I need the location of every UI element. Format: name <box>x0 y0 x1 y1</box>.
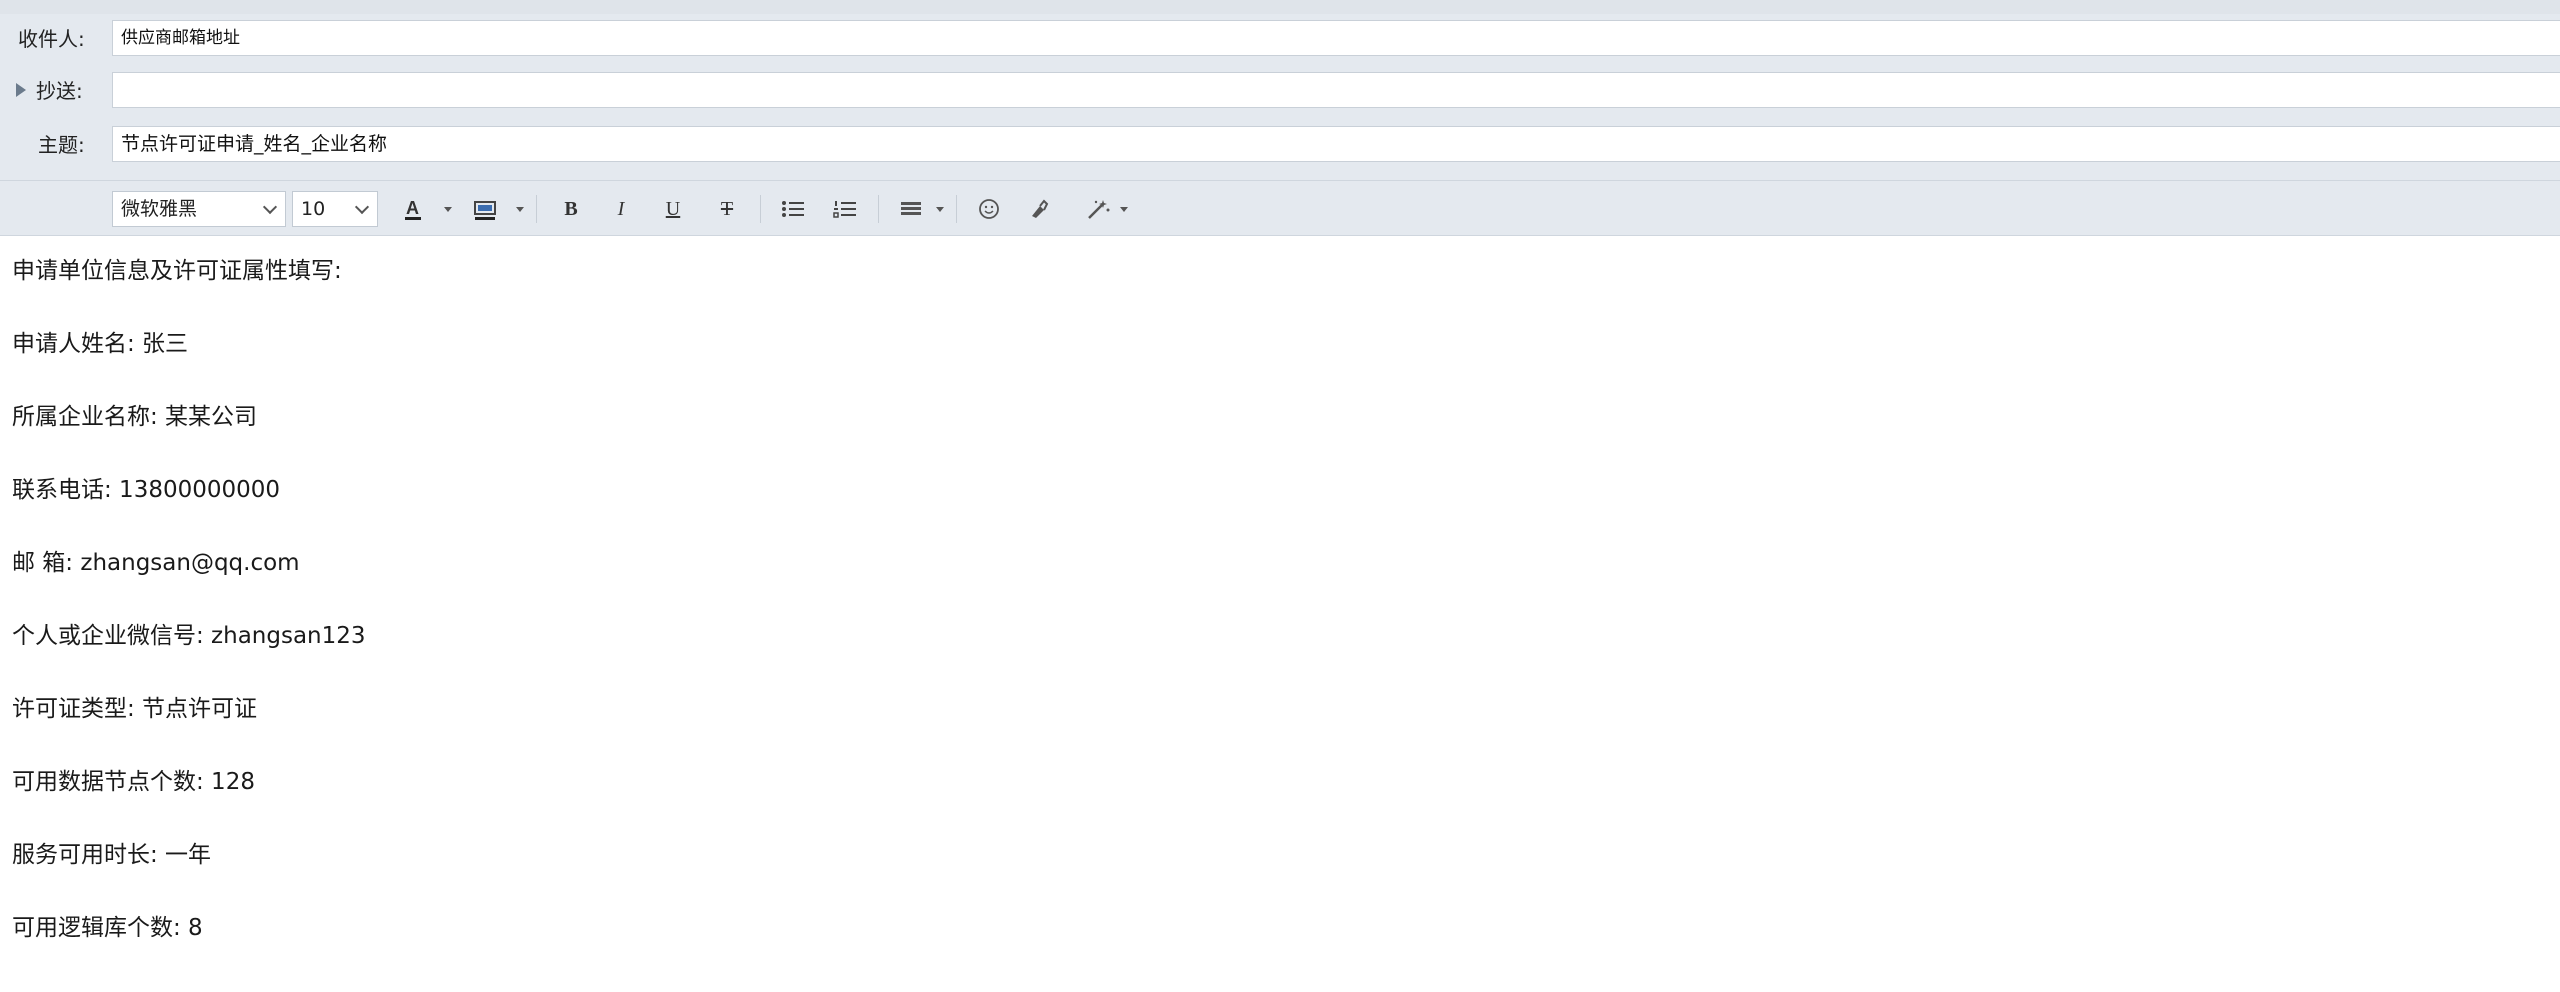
font-size-select[interactable]: 10 <box>292 191 378 227</box>
highlight-color-icon[interactable] <box>468 193 502 225</box>
svg-text:A: A <box>406 198 419 218</box>
toolbar-divider <box>760 195 761 223</box>
subject-row: 主题: 节点许可证申请_姓名_企业名称 <box>0 124 2560 164</box>
body-line: 邮 箱: zhangsan@qq.com <box>12 550 300 576</box>
body-line: 个人或企业微信号: zhangsan123 <box>12 623 366 649</box>
body-line: 服务可用时长: 一年 <box>12 842 212 868</box>
body-line: 联系电话: 13800000000 <box>12 477 281 503</box>
formatting-toolbar: 微软雅黑 10 A B I U T <box>0 180 2560 236</box>
font-color-caret-icon[interactable] <box>444 207 452 212</box>
to-label: 收件人: <box>18 27 85 51</box>
underline-icon[interactable]: U <box>656 193 690 225</box>
highlight-caret-icon[interactable] <box>516 207 524 212</box>
toolbar-divider <box>536 195 537 223</box>
message-body[interactable]: 申请单位信息及许可证属性填写: 申请人姓名: 张三 所属企业名称: 某某公司 联… <box>0 236 2560 992</box>
bold-icon[interactable]: B <box>554 193 588 225</box>
body-line: 申请人姓名: 张三 <box>12 331 189 357</box>
toolbar-divider <box>878 195 879 223</box>
font-family-value: 微软雅黑 <box>121 198 198 220</box>
numbered-list-icon[interactable] <box>828 193 862 225</box>
to-field[interactable]: 供应商邮箱地址 <box>112 20 2560 56</box>
body-line: 可用逻辑库个数: 8 <box>12 915 203 941</box>
font-color-icon[interactable]: A <box>396 193 430 225</box>
compose-header: 收件人: 供应商邮箱地址 抄送: 主题: 节点许可证申请_姓名_企业名称 <box>0 0 2560 180</box>
toolbar-divider <box>956 195 957 223</box>
cc-row: 抄送: <box>0 70 2560 110</box>
italic-icon[interactable]: I <box>604 193 638 225</box>
chevron-down-icon <box>354 199 370 215</box>
body-line: 许可证类型: 节点许可证 <box>12 696 258 722</box>
magic-wand-icon[interactable] <box>1082 193 1116 225</box>
emoji-icon[interactable] <box>972 193 1006 225</box>
body-line: 可用数据节点个数: 128 <box>12 769 255 795</box>
chevron-down-icon <box>262 199 278 215</box>
cc-field[interactable] <box>112 72 2560 108</box>
body-line: 申请单位信息及许可证属性填写: <box>12 258 342 284</box>
top-strip <box>0 0 2560 14</box>
magic-wand-caret-icon[interactable] <box>1120 207 1128 212</box>
format-painter-icon[interactable] <box>1022 193 1056 225</box>
font-family-select[interactable]: 微软雅黑 <box>112 191 286 227</box>
to-row: 收件人: 供应商邮箱地址 <box>0 18 2560 58</box>
strikethrough-icon[interactable]: T <box>710 193 744 225</box>
expand-cc-icon[interactable] <box>16 83 26 97</box>
subject-label: 主题: <box>38 133 85 157</box>
align-caret-icon[interactable] <box>936 207 944 212</box>
cc-label: 抄送: <box>36 79 83 103</box>
subject-field[interactable]: 节点许可证申请_姓名_企业名称 <box>112 126 2560 162</box>
bullet-list-icon[interactable] <box>776 193 810 225</box>
font-size-value: 10 <box>301 198 326 220</box>
body-line: 所属企业名称: 某某公司 <box>12 404 258 430</box>
align-icon[interactable] <box>894 193 928 225</box>
